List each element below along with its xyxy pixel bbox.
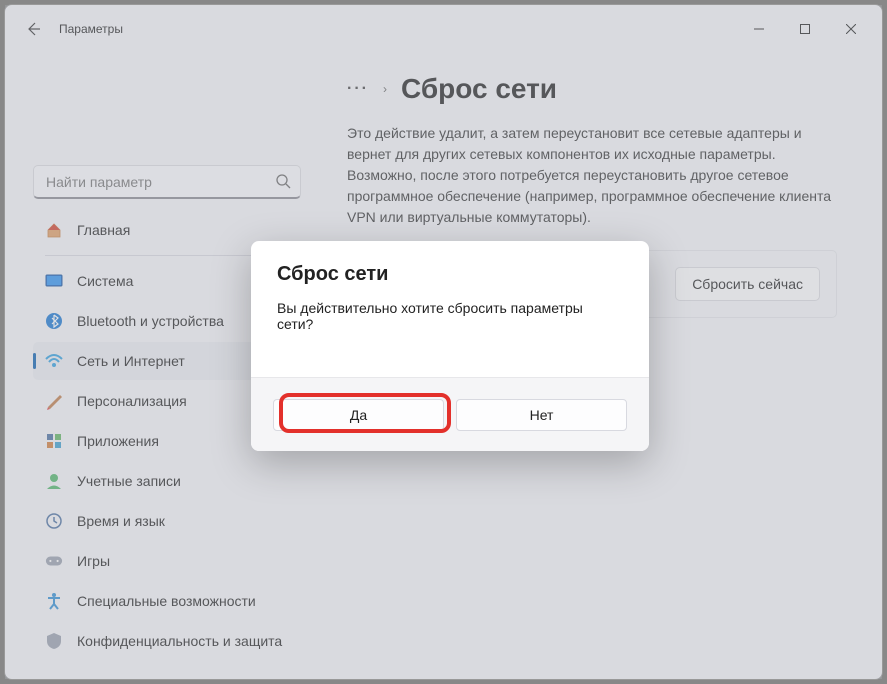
dialog-title: Сброс сети: [277, 263, 623, 286]
confirm-dialog: Сброс сети Вы действительно хотите сброс…: [251, 241, 649, 451]
dialog-no-button[interactable]: Нет: [456, 399, 627, 431]
dialog-yes-button[interactable]: Да: [273, 399, 444, 431]
dialog-buttons: Да Нет: [251, 377, 649, 451]
dialog-message: Вы действительно хотите сбросить парамет…: [277, 300, 623, 332]
settings-window: Параметры Главная Система: [4, 4, 883, 680]
